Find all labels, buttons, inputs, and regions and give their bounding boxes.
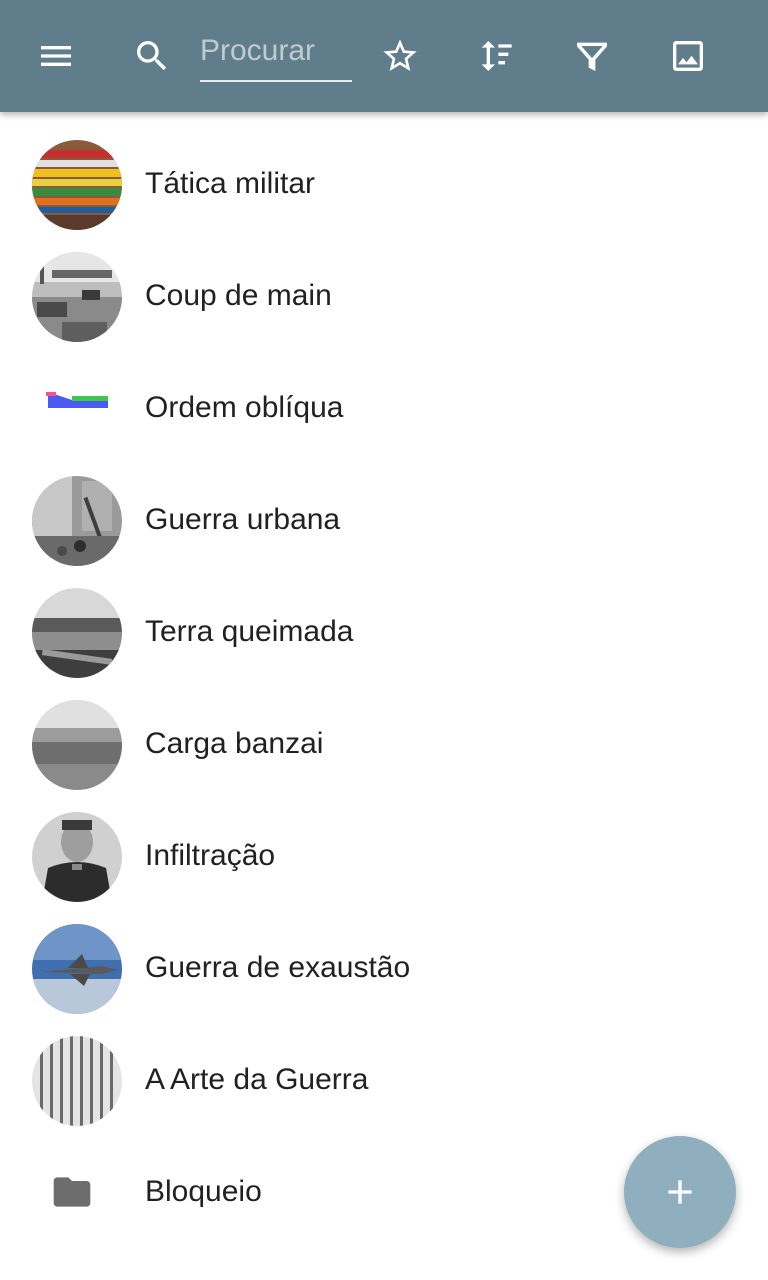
list-item-label: A Arte da Guerra xyxy=(145,1063,369,1096)
image-toggle-button[interactable] xyxy=(660,28,716,84)
favorites-button[interactable] xyxy=(372,28,428,84)
thumbnail-bw-crowd-photo xyxy=(32,588,122,678)
thumbnail-colored-books xyxy=(32,140,122,230)
list-item[interactable]: A Arte da Guerra xyxy=(0,1024,768,1136)
search-input[interactable] xyxy=(200,28,352,74)
list-item-label: Infiltração xyxy=(145,839,276,872)
article-list: Tática militar Coup de main Ordem oblíqu… xyxy=(0,128,768,1248)
list-item-label: Tática militar xyxy=(145,167,316,200)
filter-icon xyxy=(577,42,607,71)
star-icon xyxy=(383,39,417,71)
menu-button[interactable] xyxy=(28,28,84,84)
list-item[interactable]: Tática militar xyxy=(0,128,768,240)
menu-icon xyxy=(41,46,71,66)
list-item[interactable]: Carga banzai xyxy=(0,688,768,800)
thumbnail-bw-soldier-portrait xyxy=(32,812,122,902)
list-item[interactable]: Ordem oblíqua xyxy=(0,352,768,464)
thumbnail-blue-green-diagram xyxy=(32,364,122,454)
thumbnail-bw-ruins-photo xyxy=(32,476,122,566)
folder-icon xyxy=(50,1170,94,1214)
thumbnail-jet-aircraft-photo xyxy=(32,924,122,1014)
list-item[interactable]: Coup de main xyxy=(0,240,768,352)
thumbnail-bamboo-text-photo xyxy=(32,1036,122,1126)
sort-icon xyxy=(481,41,512,71)
thumbnail-bw-bridge-photo xyxy=(32,252,122,342)
search-button[interactable] xyxy=(124,28,180,84)
sort-button[interactable] xyxy=(467,28,523,84)
app-bar xyxy=(0,0,768,112)
thumbnail-bw-battlefield-photo xyxy=(32,700,122,790)
plus-icon xyxy=(668,1180,692,1204)
list-item-label: Carga banzai xyxy=(145,727,324,760)
list-item[interactable]: Terra queimada xyxy=(0,576,768,688)
list-item-label: Bloqueio xyxy=(145,1175,262,1208)
list-item-label: Ordem oblíqua xyxy=(145,391,344,424)
list-item-label: Guerra urbana xyxy=(145,503,341,536)
search-icon xyxy=(137,41,167,71)
list-item-label: Coup de main xyxy=(145,279,332,312)
list-item[interactable]: Guerra urbana xyxy=(0,464,768,576)
search-field xyxy=(200,28,352,82)
add-button[interactable] xyxy=(624,1136,736,1248)
image-icon xyxy=(673,41,703,71)
list-item[interactable]: Infiltração xyxy=(0,800,768,912)
list-item[interactable]: Guerra de exaustão xyxy=(0,912,768,1024)
list-item-label: Terra queimada xyxy=(145,615,354,648)
filter-button[interactable] xyxy=(564,28,620,84)
list-item-label: Guerra de exaustão xyxy=(145,951,411,984)
